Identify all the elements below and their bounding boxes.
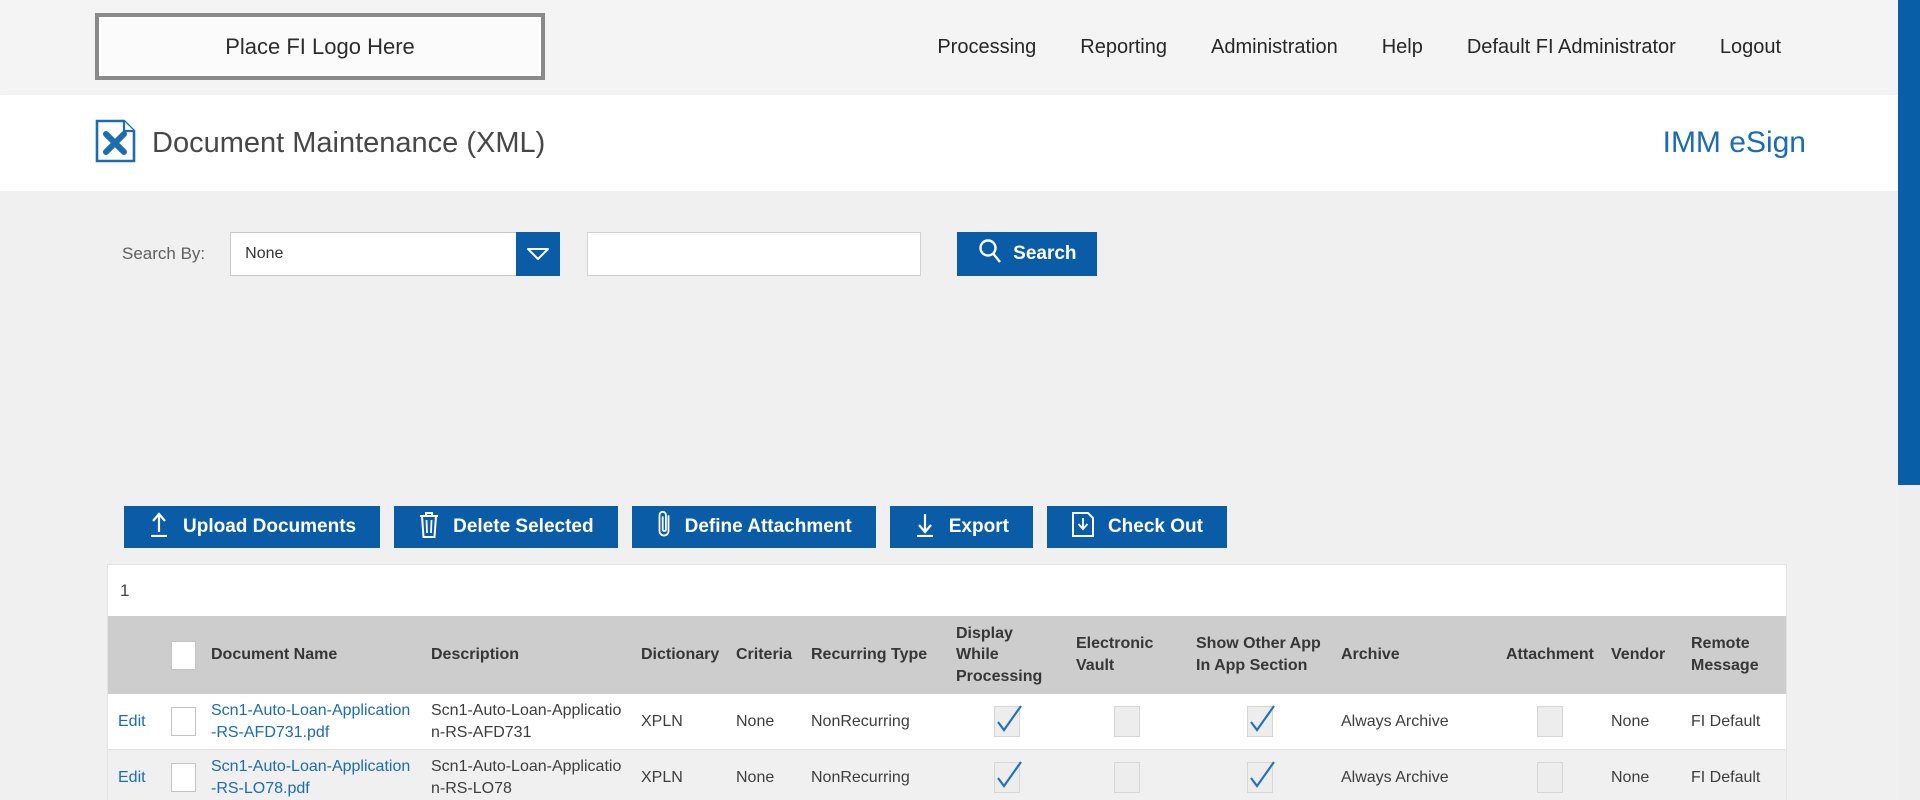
action-toolbar: Upload Documents Delete Selected Defin xyxy=(124,506,1227,548)
nav-item-reporting[interactable]: Reporting xyxy=(1080,36,1167,59)
col-display-while-processing: Display While Processing xyxy=(946,616,1066,694)
select-all-checkbox[interactable] xyxy=(171,641,196,670)
check-out-button[interactable]: Check Out xyxy=(1047,506,1227,548)
upload-icon xyxy=(148,511,170,543)
search-row: Search By: None Search xyxy=(122,232,1097,276)
display-while-processing-checkbox[interactable] xyxy=(994,762,1020,793)
col-criteria: Criteria xyxy=(726,616,801,694)
top-bar: Place FI Logo Here Processing Reporting … xyxy=(0,0,1920,95)
nav-item-administration[interactable]: Administration xyxy=(1211,36,1338,59)
content-area: Search By: None Search xyxy=(0,191,1920,800)
document-name-link[interactable]: Scn1-Auto-Loan-Application-RS-AFD731.pdf xyxy=(211,702,410,741)
edit-link[interactable]: Edit xyxy=(118,713,146,730)
documents-table: Document Name Description Dictionary Cri… xyxy=(108,616,1786,800)
chevron-down-icon[interactable] xyxy=(516,232,560,276)
define-attachment-label: Define Attachment xyxy=(685,516,852,538)
col-remote-message: Remote Message xyxy=(1681,616,1786,694)
vertical-scrollbar-thumb[interactable] xyxy=(1898,0,1920,485)
app-brand-name: IMM eSign xyxy=(1663,95,1806,191)
export-label: Export xyxy=(949,516,1009,538)
nav-item-user-menu[interactable]: Default FI Administrator xyxy=(1467,36,1676,59)
recurring-type-cell: NonRecurring xyxy=(801,750,946,800)
document-name-link[interactable]: Scn1-Auto-Loan-Application-RS-LO78.pdf xyxy=(211,758,410,797)
nav-item-logout[interactable]: Logout xyxy=(1720,36,1781,59)
search-button[interactable]: Search xyxy=(957,232,1096,276)
recurring-type-cell: NonRecurring xyxy=(801,694,946,750)
delete-selected-button[interactable]: Delete Selected xyxy=(394,506,617,548)
col-electronic-vault: Electronic Vault xyxy=(1066,616,1186,694)
search-by-selected-value: None xyxy=(231,245,283,263)
main-nav: Processing Reporting Administration Help… xyxy=(937,0,1781,95)
search-by-dropdown[interactable]: None xyxy=(230,232,560,276)
page-title: Document Maintenance (XML) xyxy=(152,127,545,160)
table-header-row: Document Name Description Dictionary Cri… xyxy=(108,616,1786,694)
archive-cell: Always Archive xyxy=(1331,694,1496,750)
define-attachment-button[interactable]: Define Attachment xyxy=(632,506,876,548)
fi-logo-placeholder: Place FI Logo Here xyxy=(95,13,545,80)
vendor-cell: None xyxy=(1601,694,1681,750)
check-out-label: Check Out xyxy=(1108,516,1203,538)
electronic-vault-checkbox[interactable] xyxy=(1114,706,1140,737)
row-select-checkbox[interactable] xyxy=(171,707,196,736)
nav-item-help[interactable]: Help xyxy=(1382,36,1423,59)
description-cell: Scn1-Auto-Loan-Application-RS-LO78 xyxy=(421,750,631,800)
archive-cell: Always Archive xyxy=(1331,750,1496,800)
show-other-app-checkbox[interactable] xyxy=(1247,762,1273,793)
trash-icon xyxy=(418,511,440,544)
col-edit xyxy=(108,616,161,694)
col-recurring-type: Recurring Type xyxy=(801,616,946,694)
page-header: Document Maintenance (XML) IMM eSign xyxy=(0,95,1920,191)
upload-documents-button[interactable]: Upload Documents xyxy=(124,506,380,548)
delete-selected-label: Delete Selected xyxy=(453,516,593,538)
table-row: Edit Scn1-Auto-Loan-Application-RS-AFD73… xyxy=(108,694,1786,750)
remote-message-cell: FI Default xyxy=(1681,694,1786,750)
search-icon xyxy=(977,238,1003,270)
col-document-name: Document Name xyxy=(201,616,421,694)
export-button[interactable]: Export xyxy=(890,506,1033,548)
dictionary-cell: XPLN xyxy=(631,694,726,750)
col-description: Description xyxy=(421,616,631,694)
remote-message-cell: FI Default xyxy=(1681,750,1786,800)
dictionary-cell: XPLN xyxy=(631,750,726,800)
download-icon xyxy=(914,511,936,543)
upload-documents-label: Upload Documents xyxy=(183,516,356,538)
row-select-checkbox[interactable] xyxy=(171,763,196,792)
vendor-cell: None xyxy=(1601,750,1681,800)
paperclip-icon xyxy=(656,510,672,544)
criteria-cell: None xyxy=(726,694,801,750)
xml-document-icon xyxy=(95,119,136,168)
checkout-document-icon xyxy=(1071,511,1095,544)
documents-table-container: 1 Document Name Description Dictionary C… xyxy=(107,564,1787,800)
pagination-bar: 1 xyxy=(108,565,1786,616)
col-dictionary: Dictionary xyxy=(631,616,726,694)
page-number[interactable]: 1 xyxy=(120,581,129,601)
search-input[interactable] xyxy=(587,232,921,276)
table-row: Edit Scn1-Auto-Loan-Application-RS-LO78.… xyxy=(108,750,1786,800)
col-vendor: Vendor xyxy=(1601,616,1681,694)
edit-link[interactable]: Edit xyxy=(118,769,146,786)
nav-item-processing[interactable]: Processing xyxy=(937,36,1036,59)
description-cell: Scn1-Auto-Loan-Application-RS-AFD731 xyxy=(421,694,631,750)
attachment-checkbox[interactable] xyxy=(1537,762,1563,793)
col-attachment: Attachment xyxy=(1496,616,1601,694)
criteria-cell: None xyxy=(726,750,801,800)
electronic-vault-checkbox[interactable] xyxy=(1114,762,1140,793)
show-other-app-checkbox[interactable] xyxy=(1247,706,1273,737)
attachment-checkbox[interactable] xyxy=(1537,706,1563,737)
display-while-processing-checkbox[interactable] xyxy=(994,706,1020,737)
col-archive: Archive xyxy=(1331,616,1496,694)
col-show-other-app: Show Other App In App Section xyxy=(1186,616,1331,694)
fi-logo-text: Place FI Logo Here xyxy=(225,34,415,60)
search-button-label: Search xyxy=(1013,243,1076,265)
col-select xyxy=(161,616,201,694)
search-by-label: Search By: xyxy=(122,244,205,264)
vertical-scrollbar-track[interactable] xyxy=(1898,0,1920,800)
